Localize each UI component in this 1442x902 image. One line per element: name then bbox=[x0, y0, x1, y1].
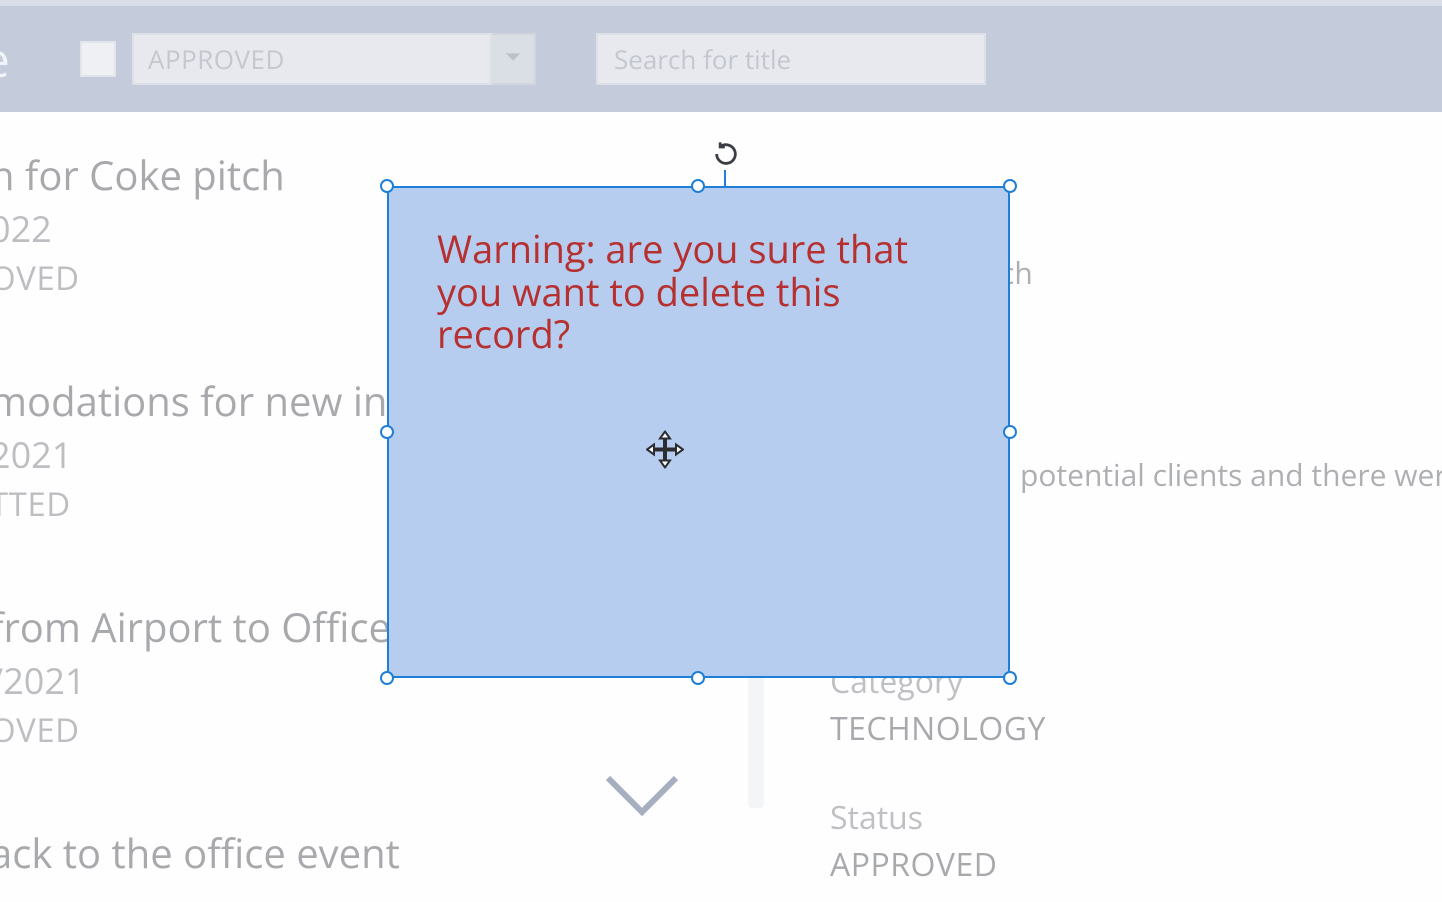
list-item[interactable]: ack to the office event bbox=[0, 830, 770, 876]
chevron-down-icon bbox=[502, 46, 524, 73]
resize-handle-s[interactable] bbox=[691, 671, 705, 685]
warning-dialog-shape[interactable]: Warning: are you sure that you want to d… bbox=[387, 186, 1010, 678]
resize-handle-nw[interactable] bbox=[380, 179, 394, 193]
status-value: APPROVED bbox=[830, 843, 1046, 886]
category-value: TECHNOLOGY bbox=[830, 707, 1046, 750]
status-filter-dropdown-button[interactable] bbox=[492, 33, 536, 85]
rotate-handle[interactable] bbox=[710, 140, 742, 172]
record-title: ack to the office event bbox=[0, 830, 770, 876]
warning-text: Warning: are you sure that you want to d… bbox=[437, 228, 960, 356]
status-filter[interactable]: APPROVED bbox=[132, 33, 536, 85]
rotate-handle-stem bbox=[724, 170, 726, 186]
detail-text-fragment: potential clients and there were 6 of u bbox=[1020, 454, 1442, 495]
resize-handle-se[interactable] bbox=[1003, 671, 1017, 685]
search-input[interactable]: Search for title bbox=[596, 33, 986, 85]
rotate-icon bbox=[712, 140, 740, 173]
resize-handle-e[interactable] bbox=[1003, 425, 1017, 439]
status-filter-value[interactable]: APPROVED bbox=[132, 33, 492, 85]
move-cursor-icon bbox=[646, 431, 684, 474]
resize-handle-ne[interactable] bbox=[1003, 179, 1017, 193]
resize-handle-w[interactable] bbox=[380, 425, 394, 439]
resize-handle-n[interactable] bbox=[691, 179, 705, 193]
resize-handle-sw[interactable] bbox=[380, 671, 394, 685]
top-toolbar: se APPROVED Search for title bbox=[0, 0, 1442, 112]
status-label: Status bbox=[830, 796, 1046, 839]
expand-chevron-icon[interactable] bbox=[602, 772, 682, 822]
filter-checkbox[interactable] bbox=[80, 41, 116, 77]
page-title-fragment: se bbox=[0, 27, 40, 92]
record-details: Category TECHNOLOGY Status APPROVED bbox=[830, 660, 1046, 886]
record-status: OVED bbox=[0, 707, 770, 752]
search-placeholder: Search for title bbox=[614, 41, 791, 77]
